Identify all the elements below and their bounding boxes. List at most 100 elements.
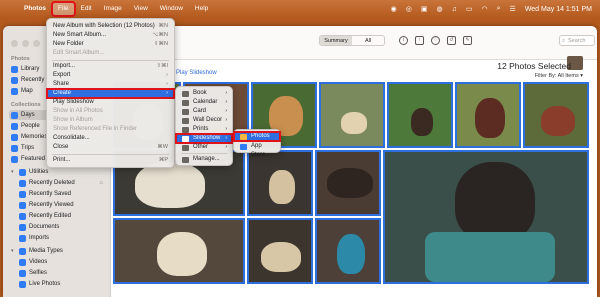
favorite-icon[interactable]: ♡ (431, 36, 440, 45)
photo-thumbnail[interactable] (315, 150, 381, 216)
create-menu-item[interactable]: Prints › (176, 125, 232, 134)
info-icon[interactable]: i (399, 36, 408, 45)
create-menu-item[interactable]: Calendar › (176, 98, 232, 107)
sidebar-item-label: Imports (29, 235, 50, 241)
menu-window[interactable]: Window (154, 2, 189, 16)
menu-separator (181, 153, 227, 154)
menubar: Photos File Edit Image View Window Help … (0, 0, 600, 18)
file-menu-item[interactable]: Play Slideshow (47, 98, 174, 107)
import-icon (19, 234, 26, 242)
create-menu-item[interactable]: Card › (176, 107, 232, 116)
photo-thumbnail[interactable] (315, 218, 381, 284)
menu-separator (52, 60, 169, 61)
eye-icon (19, 201, 26, 209)
sidebar-item-label: People (21, 123, 40, 129)
view-segmented-control: Summary All (319, 35, 385, 46)
menu-help[interactable]: Help (189, 2, 214, 16)
menu-separator (52, 154, 169, 155)
sidebar-item-recently-saved[interactable]: Recently Saved (17, 189, 107, 199)
slideshow-submenu: Photos App Store... (233, 129, 281, 158)
edit-photo-icon[interactable]: ✎ (463, 36, 472, 45)
app-store-icon (240, 143, 247, 150)
file-menu-item[interactable]: Export › (47, 71, 174, 80)
photo-thumbnail[interactable] (383, 150, 589, 284)
close-window-button[interactable] (11, 40, 18, 47)
create-submenu: Book › Calendar › Card › Wall Decor › Prints… (175, 86, 233, 166)
sidebar-item-label: Library (21, 66, 40, 72)
download-icon (19, 190, 26, 198)
sidebar-item-recently-edited[interactable]: Recently Edited (17, 211, 107, 221)
sidebar-item-recently-deleted[interactable]: Recently Deleted ⌂ (17, 178, 107, 188)
file-menu-item: Edit Smart Album... (53, 50, 105, 56)
rotate-icon[interactable]: ↺ (447, 36, 456, 45)
create-menu-item-slideshow[interactable]: Slideshow › (175, 133, 233, 144)
file-menu-item[interactable]: New Album with Selection (12 Photos) ⌘N (47, 22, 174, 31)
search-input[interactable]: ⌕ Search (559, 35, 595, 46)
file-menu-item[interactable]: New Smart Album... ⌥⌘N (47, 31, 174, 40)
tab-summary[interactable]: Summary (320, 36, 352, 45)
sidebar-item-label: Recently Viewed (29, 202, 74, 208)
menu-file[interactable]: File (51, 1, 76, 17)
file-menu-item[interactable]: Close ⌘W (47, 143, 174, 152)
zoom-window-button[interactable] (33, 40, 40, 47)
file-menu-item[interactable]: Import... ⇧⌘I (47, 62, 174, 71)
minimize-window-button[interactable] (22, 40, 29, 47)
share-icon[interactable]: ↑ (415, 36, 424, 45)
photo-thumbnail[interactable] (523, 82, 589, 148)
sidebar-item-label: Videos (29, 259, 48, 265)
play-slideshow-link[interactable]: Play Slideshow (176, 70, 217, 76)
photo-thumbnail[interactable] (247, 218, 313, 284)
sidebar-group-utilities[interactable]: ▾ Utilities (9, 167, 107, 177)
file-menu-item: Show Referenced File in Finder (53, 126, 138, 132)
status-icon-d[interactable]: ◍ (437, 5, 443, 13)
chevron-down-icon[interactable]: ▾ (11, 169, 16, 175)
menu-view[interactable]: View (128, 2, 154, 16)
create-menu-item[interactable]: Book › (176, 89, 232, 98)
headphones-icon[interactable]: ♫ (452, 6, 457, 13)
slideshow-menu-item-photos[interactable]: Photos (233, 131, 281, 142)
wall-decor-icon (182, 117, 189, 124)
lock-icon: ⌂ (99, 180, 103, 186)
photo-thumbnail[interactable] (387, 82, 453, 148)
photo-thumbnail[interactable] (455, 82, 521, 148)
file-menu-item-create[interactable]: Create › (46, 88, 175, 99)
chevron-down-icon[interactable]: ▾ (11, 248, 16, 254)
sidebar-item-label: Selfies (29, 270, 48, 276)
sidebar-item-selfies[interactable]: Selfies (17, 268, 107, 278)
sidebar-group-media-types[interactable]: ▾ Media Types (9, 246, 107, 256)
sidebar-item-live-photos[interactable]: Live Photos (17, 279, 107, 289)
map-icon (11, 87, 18, 95)
wifi-icon[interactable]: ◠ (482, 5, 488, 13)
photo-thumbnail[interactable] (113, 218, 245, 284)
menu-photos[interactable]: Photos (18, 2, 52, 16)
sidebar-item-videos[interactable]: Videos (17, 257, 107, 267)
menu-edit[interactable]: Edit (75, 2, 98, 16)
file-menu-item[interactable]: Share › (47, 80, 174, 89)
control-center-icon[interactable]: ☰ (510, 5, 516, 13)
status-icon-c[interactable]: ▣ (421, 5, 428, 13)
sidebar-item-documents[interactable]: Documents (17, 222, 107, 232)
slideshow-menu-item-app-store[interactable]: App Store... (234, 142, 280, 158)
sidebar-item-label: Recently (21, 77, 45, 83)
filter-dropdown[interactable]: Filter By: All Items ▾ (535, 73, 583, 79)
status-icon-a[interactable]: ◉ (391, 5, 397, 13)
menubar-datetime[interactable]: Wed May 14 1:51 PM (525, 6, 592, 13)
video-icon (19, 258, 26, 266)
search-menubar-icon[interactable]: ⌕ (497, 5, 501, 13)
photo-thumbnail[interactable] (319, 82, 385, 148)
sidebar-item-label: Trips (21, 145, 35, 151)
sidebar-item-recently-viewed[interactable]: Recently Viewed (17, 200, 107, 210)
file-menu-item[interactable]: Consolidate... (47, 134, 174, 143)
create-menu-item[interactable]: Manage... (176, 155, 232, 164)
create-menu-item[interactable]: Wall Decor › (176, 116, 232, 125)
create-menu-item[interactable]: Other › (176, 143, 232, 152)
battery-icon[interactable]: ▭ (466, 5, 473, 13)
menu-image[interactable]: Image (98, 2, 128, 16)
sidebar-item-imports[interactable]: Imports (17, 233, 107, 243)
sidebar-item-label: Recently Saved (29, 191, 72, 197)
status-icon-b[interactable]: ◎ (406, 5, 412, 13)
file-menu-item[interactable]: Print... ⌘P (47, 156, 174, 165)
recently-icon (11, 76, 18, 84)
tab-all[interactable]: All (352, 36, 384, 45)
file-menu-item[interactable]: New Folder ⇧⌘N (47, 40, 174, 49)
